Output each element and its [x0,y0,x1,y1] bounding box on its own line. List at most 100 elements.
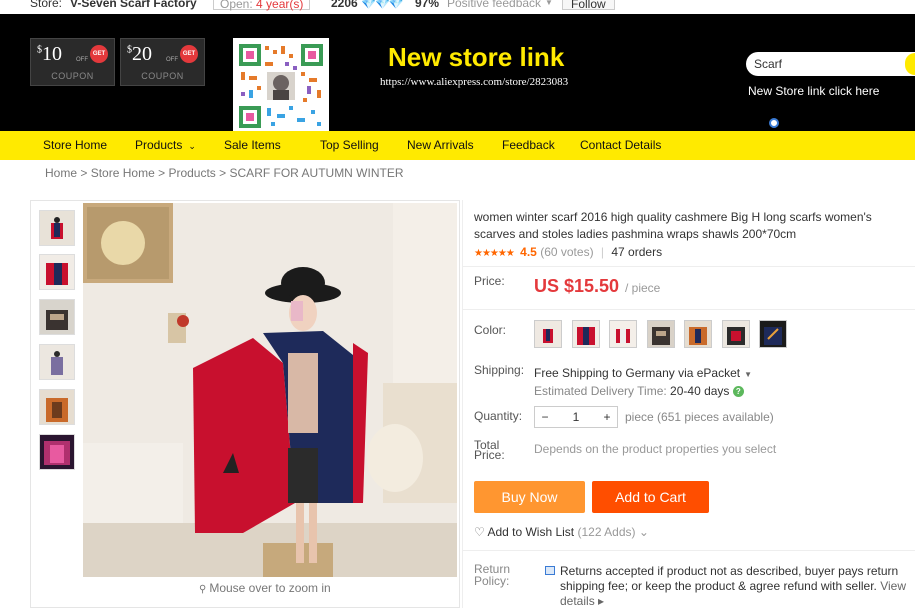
delivery-days: 20-40 days [670,384,730,398]
divider: | [600,245,605,259]
product-rating: ★★★★★ 4.5 (60 votes) | 47 orders [474,245,662,259]
help-icon[interactable]: ? [732,386,744,398]
nav-feedback[interactable]: Feedback [502,131,555,160]
coupon-amount: $20 [127,43,152,65]
product-main-image[interactable] [83,203,457,577]
price-label: Price: [474,274,505,288]
divider [463,550,915,551]
gallery-thumb[interactable] [39,389,75,425]
chevron-down-icon: ⌄ [638,525,649,539]
coupon-get-badge[interactable]: GET [180,45,198,63]
delivery-estimate: Estimated Delivery Time: 20-40 days ? [534,384,744,398]
product-price: US $15.50 [534,276,620,296]
open-years: 4 year(s) [256,0,304,11]
store-banner: $10 OFF GET COUPON $20 OFF GET COUPON Ne… [0,14,915,134]
gallery-thumb[interactable] [39,344,75,380]
star-rating-icon: ★★★★★ [474,248,515,259]
color-swatch[interactable] [684,320,712,348]
rating-votes[interactable]: (60 votes) [540,245,593,259]
quantity-label: Quantity: [474,409,523,423]
coupon-off: OFF [76,57,88,63]
color-swatch[interactable] [609,320,637,348]
coupon-label: COUPON [141,71,184,81]
store-qr-code [233,38,329,134]
return-policy-label: Return Policy: [474,563,510,587]
color-swatch[interactable] [572,320,600,348]
wishlist-label: Add to Wish List [487,525,575,539]
coupon-amount: $10 [37,43,62,65]
follow-button[interactable]: Follow [562,0,615,10]
new-store-title: New store link [388,42,565,72]
nav-sale-items[interactable]: Sale Items [224,131,281,160]
globe-icon [769,118,779,128]
coupon-label: COUPON [51,71,94,81]
coupon-off: OFF [166,57,178,63]
color-label: Color: [474,323,507,337]
nav-top-selling[interactable]: Top Selling [320,131,379,160]
gallery-thumb[interactable] [39,434,75,470]
open-label: Open: [220,0,253,11]
quantity-availability: piece (651 pieces available) [625,410,774,424]
delivery-label: Estimated Delivery Time: [534,384,667,398]
new-store-link[interactable]: New Store link click here [748,84,879,98]
diamond-rank-icon: 💎💎💎 [361,0,404,10]
nav-products-label: Products [135,138,183,152]
store-search-input[interactable]: Scarf [746,52,915,76]
store-label: Store: [30,0,63,10]
breadcrumb: Home > Store Home > Products > SCARF FOR… [45,166,404,180]
store-nav: Store Home Products ⌄ Sale Items Top Sell… [0,131,915,160]
chevron-down-icon: ▼ [744,370,753,379]
new-store-url[interactable]: https://www.aliexpress.com/store/2823083 [380,76,568,88]
rating-score[interactable]: 4.5 [520,245,537,259]
gallery-thumb[interactable] [39,254,75,290]
store-name[interactable]: V-Seven Scarf Factory [70,0,197,9]
color-swatch[interactable] [759,320,787,348]
product-title: women winter scarf 2016 high quality cas… [474,210,872,241]
breadcrumb-current[interactable]: SCARF FOR AUTUMN WINTER [230,166,404,180]
breadcrumb-store-home[interactable]: Store Home [91,166,155,180]
color-swatch[interactable] [722,320,750,348]
add-to-cart-button[interactable]: Add to Cart [592,481,709,513]
shipping-method[interactable]: Free Shipping to Germany via ePacket ▼ [534,366,752,380]
positive-feedback-label: Positive feedback [447,0,542,10]
quantity-input[interactable]: 1 [555,407,597,427]
gallery-thumb[interactable] [39,299,75,335]
product-details: women winter scarf 2016 high quality cas… [462,200,915,608]
buy-now-button[interactable]: Buy Now [474,481,585,513]
breadcrumb-separator: > [80,166,88,180]
shipping-text: Free Shipping to Germany via ePacket [534,366,741,380]
breadcrumb-products[interactable]: Products [168,166,215,180]
breadcrumb-home[interactable]: Home [45,166,77,180]
product-gallery: ⚲ Mouse over to zoom in [30,200,460,608]
quantity-decrease-button[interactable]: − [535,407,555,427]
coupon-10[interactable]: $10 OFF GET COUPON [30,38,115,86]
color-swatch[interactable] [647,320,675,348]
chevron-down-icon: ⌄ [188,141,196,151]
price-unit: / piece [625,281,661,295]
nav-store-home[interactable]: Store Home [43,131,107,160]
shipping-label: Shipping: [474,363,525,377]
nav-products[interactable]: Products ⌄ [135,131,196,161]
quantity-stepper: − 1 + [534,406,618,428]
return-label-line2: Policy: [474,574,510,588]
positive-feedback-pct: 97% [415,0,440,10]
nav-new-arrivals[interactable]: New Arrivals [407,131,474,160]
store-score: 2206 [331,0,358,10]
qr-code-image [237,42,325,130]
add-to-wishlist[interactable]: ♡ Add to Wish List (122 Adds) ⌄ [474,525,649,539]
wishlist-adds: (122 Adds) [577,525,636,539]
store-open-duration: Open: 4 year(s) [213,0,311,11]
color-swatch[interactable] [534,320,562,348]
nav-contact-details[interactable]: Contact Details [580,131,661,160]
chevron-down-icon[interactable]: ▼ [545,0,553,8]
total-label-line2: Price: [474,448,505,462]
coupon-20[interactable]: $20 OFF GET COUPON [120,38,205,86]
return-policy-text: Returns accepted if product not as descr… [560,564,910,608]
heart-icon: ♡ [474,525,485,539]
coupon-get-badge[interactable]: GET [90,45,108,63]
breadcrumb-separator: > [219,166,227,180]
store-info-bar: Store: V-Seven Scarf Factory Open: 4 yea… [0,0,915,14]
quantity-increase-button[interactable]: + [597,407,617,427]
divider [463,309,915,310]
gallery-thumb[interactable] [39,210,75,246]
